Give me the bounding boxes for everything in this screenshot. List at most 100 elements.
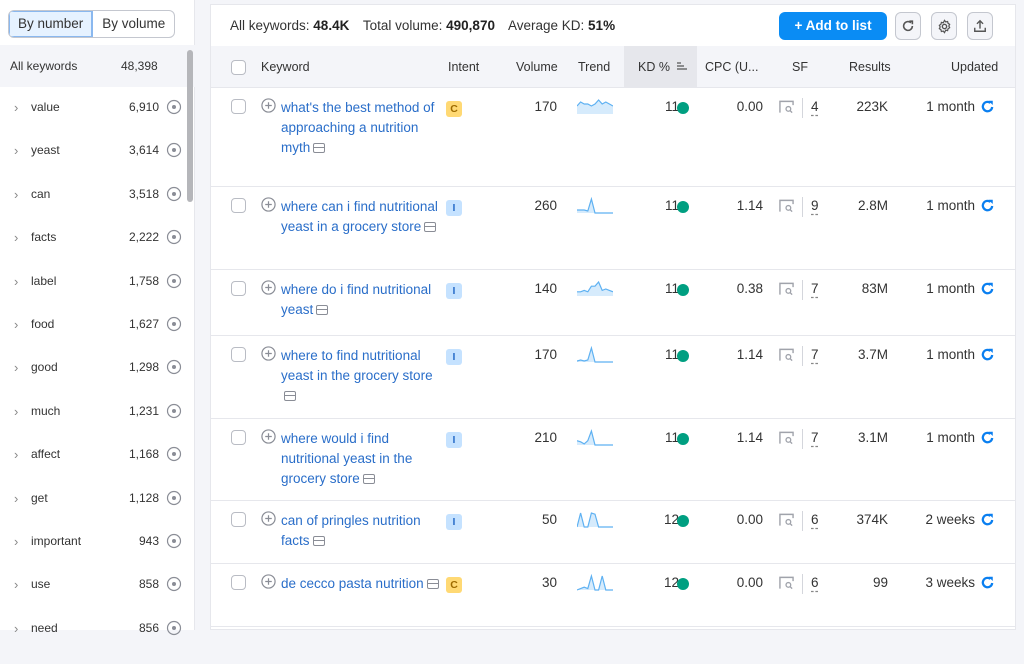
refresh-icon[interactable]: [980, 430, 995, 445]
keyword-group-item[interactable]: › much 1,231: [0, 403, 185, 447]
by-number-tab[interactable]: By number: [9, 11, 94, 37]
groups-scrollbar[interactable]: [187, 50, 193, 202]
column-results[interactable]: Results: [849, 60, 891, 74]
keyword-group-item[interactable]: › important 943: [0, 533, 185, 577]
eye-icon[interactable]: [166, 533, 182, 549]
keyword-group-item[interactable]: › yeast 3,614: [0, 143, 185, 186]
sf-count[interactable]: 6: [811, 575, 819, 590]
column-volume[interactable]: Volume: [516, 60, 558, 74]
refresh-icon[interactable]: [980, 347, 995, 362]
serp-features-icon[interactable]: [779, 513, 794, 527]
row-checkbox[interactable]: [231, 512, 246, 527]
keyword-group-item[interactable]: › can 3,518: [0, 186, 185, 230]
serp-icon[interactable]: [424, 222, 437, 232]
eye-icon[interactable]: [166, 359, 182, 375]
keyword-group-item[interactable]: › value 6,910: [0, 99, 185, 143]
keyword-group-item[interactable]: › use 858: [0, 577, 185, 620]
serp-features-icon[interactable]: [779, 348, 794, 362]
keyword-group-item[interactable]: › get 1,128: [0, 490, 185, 534]
row-checkbox[interactable]: [231, 198, 246, 213]
chevron-right-icon[interactable]: ›: [14, 360, 18, 375]
add-keyword-icon[interactable]: [261, 429, 276, 444]
row-checkbox[interactable]: [231, 347, 246, 362]
chevron-right-icon[interactable]: ›: [14, 317, 18, 332]
serp-icon[interactable]: [316, 305, 329, 315]
serp-features-icon[interactable]: [779, 431, 794, 445]
sort-icon[interactable]: [676, 61, 687, 71]
chevron-right-icon[interactable]: ›: [14, 187, 18, 202]
keyword-link[interactable]: de cecco pasta nutrition: [281, 576, 424, 591]
eye-icon[interactable]: [166, 446, 182, 462]
keyword-group-item[interactable]: › facts 2,222: [0, 230, 185, 273]
chevron-right-icon[interactable]: ›: [14, 143, 18, 158]
add-keyword-icon[interactable]: [261, 574, 276, 589]
serp-features-icon[interactable]: [779, 199, 794, 213]
chevron-right-icon[interactable]: ›: [14, 100, 18, 115]
sf-count[interactable]: 4: [811, 99, 819, 114]
keyword-group-item[interactable]: › label 1,758: [0, 273, 185, 317]
add-to-list-button[interactable]: + Add to list: [779, 12, 887, 40]
column-sf[interactable]: SF: [792, 60, 808, 74]
keyword-link[interactable]: where would i find nutritional yeast in …: [281, 431, 412, 486]
eye-icon[interactable]: [166, 576, 182, 592]
keyword-group-item[interactable]: › good 1,298: [0, 360, 185, 403]
serp-features-icon[interactable]: [779, 100, 794, 114]
export-button[interactable]: [967, 12, 993, 40]
eye-icon[interactable]: [166, 620, 182, 636]
keyword-group-item[interactable]: › need 856: [0, 620, 185, 664]
keyword-group-item[interactable]: › food 1,627: [0, 316, 185, 360]
add-keyword-icon[interactable]: [261, 98, 276, 113]
refresh-icon[interactable]: [980, 99, 995, 114]
column-cpc[interactable]: CPC (U...: [705, 60, 758, 74]
chevron-right-icon[interactable]: ›: [14, 274, 18, 289]
serp-features-icon[interactable]: [779, 576, 794, 590]
serp-icon[interactable]: [313, 143, 326, 153]
sf-count[interactable]: 7: [811, 430, 819, 445]
serp-icon[interactable]: [362, 474, 375, 484]
by-volume-tab[interactable]: By volume: [93, 11, 174, 37]
eye-icon[interactable]: [166, 316, 182, 332]
eye-icon[interactable]: [166, 142, 182, 158]
eye-icon[interactable]: [166, 99, 182, 115]
column-keyword[interactable]: Keyword: [261, 60, 310, 74]
eye-icon[interactable]: [166, 490, 182, 506]
keyword-link[interactable]: where can i find nutritional yeast in a …: [281, 199, 438, 234]
add-keyword-icon[interactable]: [261, 197, 276, 212]
eye-icon[interactable]: [166, 403, 182, 419]
chevron-right-icon[interactable]: ›: [14, 404, 18, 419]
sf-count[interactable]: 7: [811, 347, 819, 362]
serp-icon[interactable]: [284, 391, 296, 401]
serp-icon[interactable]: [426, 579, 439, 589]
serp-features-icon[interactable]: [779, 282, 794, 296]
column-kd[interactable]: KD %: [638, 60, 670, 74]
chevron-right-icon[interactable]: ›: [14, 577, 18, 592]
keyword-link[interactable]: where do i find nutritional yeast: [281, 282, 431, 317]
chevron-right-icon[interactable]: ›: [14, 491, 18, 506]
chevron-right-icon[interactable]: ›: [14, 230, 18, 245]
keyword-group-item[interactable]: › affect 1,168: [0, 447, 185, 490]
refresh-icon[interactable]: [980, 281, 995, 296]
refresh-button[interactable]: [895, 12, 921, 40]
eye-icon[interactable]: [166, 186, 182, 202]
sf-count[interactable]: 9: [811, 198, 819, 213]
chevron-right-icon[interactable]: ›: [14, 621, 18, 636]
keyword-link[interactable]: what's the best method of approaching a …: [281, 100, 434, 155]
sf-count[interactable]: 7: [811, 281, 819, 296]
select-all-checkbox[interactable]: [231, 60, 246, 75]
eye-icon[interactable]: [166, 273, 182, 289]
add-keyword-icon[interactable]: [261, 280, 276, 295]
refresh-icon[interactable]: [980, 198, 995, 213]
keyword-link[interactable]: where to find nutritional yeast in the g…: [281, 348, 433, 383]
column-intent[interactable]: Intent: [448, 60, 479, 74]
add-keyword-icon[interactable]: [261, 511, 276, 526]
sf-count[interactable]: 6: [811, 512, 819, 527]
refresh-icon[interactable]: [980, 512, 995, 527]
add-keyword-icon[interactable]: [261, 346, 276, 361]
keyword-link[interactable]: can of pringles nutrition facts: [281, 513, 421, 548]
row-checkbox[interactable]: [231, 430, 246, 445]
chevron-right-icon[interactable]: ›: [14, 534, 18, 549]
row-checkbox[interactable]: [231, 575, 246, 590]
row-checkbox[interactable]: [231, 281, 246, 296]
row-checkbox[interactable]: [231, 99, 246, 114]
settings-button[interactable]: [931, 12, 957, 40]
